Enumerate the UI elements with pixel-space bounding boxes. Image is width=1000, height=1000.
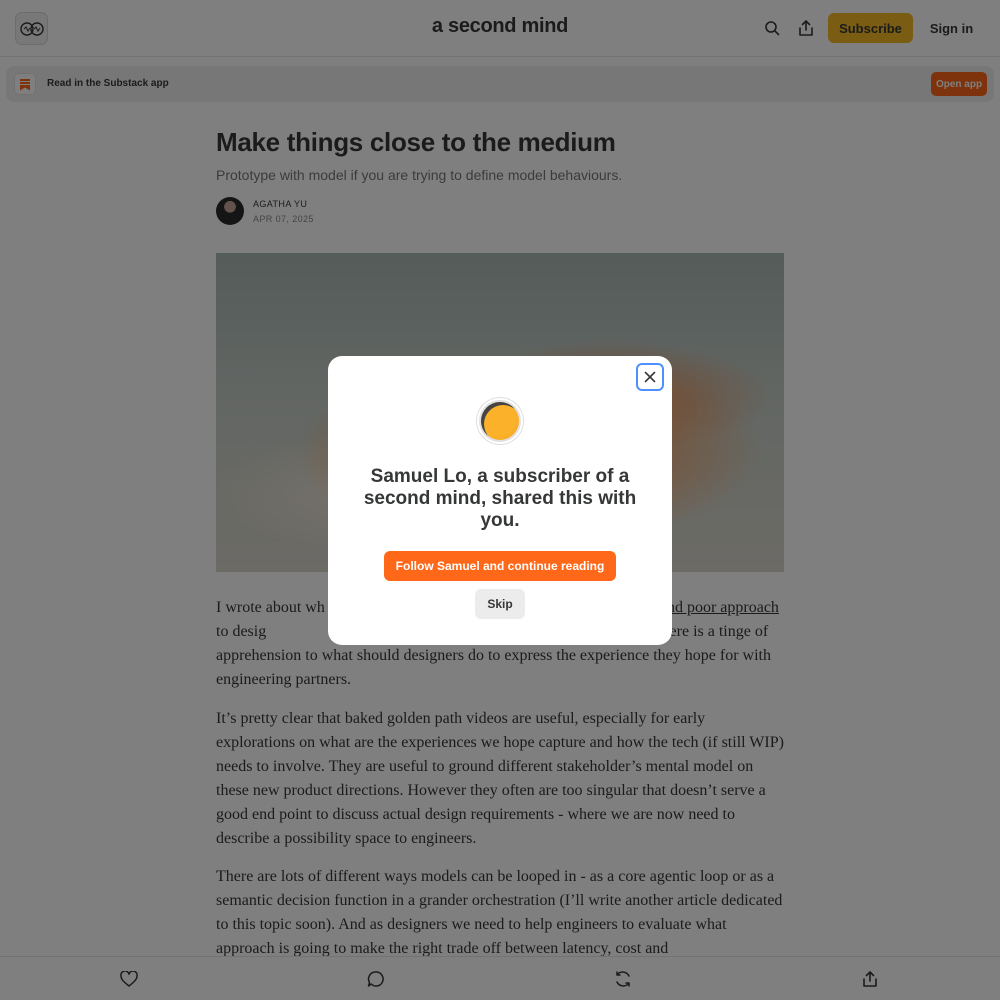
modal-title: Samuel Lo, a subscriber of a second mind… [363,466,637,531]
sharer-avatar [477,398,523,444]
close-icon[interactable] [636,363,664,391]
follow-button[interactable]: Follow Samuel and continue reading [384,551,616,581]
skip-button[interactable]: Skip [475,589,525,619]
